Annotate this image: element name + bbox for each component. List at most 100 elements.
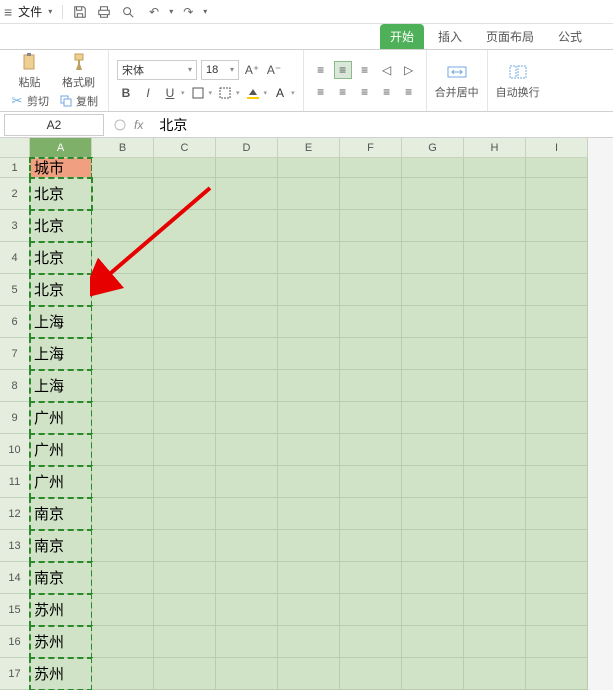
col-header-I[interactable]: I (526, 138, 588, 158)
cell[interactable] (340, 306, 402, 338)
align-left-icon[interactable]: ≡ (312, 83, 330, 101)
row-header-11[interactable]: 11 (0, 466, 30, 498)
cell[interactable] (154, 370, 216, 402)
cell[interactable] (216, 274, 278, 306)
fx-cancel-icon[interactable] (114, 119, 126, 131)
underline-button[interactable]: U (161, 84, 179, 102)
cell[interactable] (526, 338, 588, 370)
cell[interactable] (526, 158, 588, 178)
tab-insert[interactable]: 插入 (428, 24, 472, 49)
cell[interactable] (154, 338, 216, 370)
font-color-dropdown[interactable]: ▾ (291, 89, 295, 97)
cell[interactable] (154, 498, 216, 530)
cell[interactable] (526, 274, 588, 306)
fill-dropdown[interactable]: ▾ (264, 89, 268, 97)
cell[interactable] (92, 594, 154, 626)
cell[interactable] (402, 562, 464, 594)
cell-A6[interactable]: 上海 (30, 306, 92, 338)
font-family-combo[interactable]: 宋体 ▾ (117, 60, 197, 80)
tab-layout[interactable]: 页面布局 (476, 24, 544, 49)
row-header-15[interactable]: 15 (0, 594, 30, 626)
cell[interactable] (154, 210, 216, 242)
cell[interactable] (278, 402, 340, 434)
row-header-1[interactable]: 1 (0, 158, 30, 178)
italic-button[interactable]: I (139, 84, 157, 102)
cell-A10[interactable]: 广州 (30, 434, 92, 466)
preview-icon[interactable] (121, 5, 139, 19)
cell[interactable] (464, 158, 526, 178)
cell[interactable] (402, 338, 464, 370)
wrap-button[interactable]: 自动换行 (496, 62, 540, 100)
cell[interactable] (278, 530, 340, 562)
align-right-icon[interactable]: ≡ (356, 83, 374, 101)
row-header-6[interactable]: 6 (0, 306, 30, 338)
cell[interactable] (402, 530, 464, 562)
copy-button[interactable]: 复制 (57, 92, 100, 110)
cell[interactable] (402, 402, 464, 434)
cell[interactable] (402, 370, 464, 402)
cell[interactable] (340, 562, 402, 594)
cell[interactable] (92, 626, 154, 658)
cell[interactable] (402, 434, 464, 466)
cell[interactable] (154, 434, 216, 466)
cell[interactable] (216, 530, 278, 562)
row-header-8[interactable]: 8 (0, 370, 30, 402)
cell[interactable] (278, 466, 340, 498)
cell[interactable] (402, 466, 464, 498)
col-header-H[interactable]: H (464, 138, 526, 158)
row-header-12[interactable]: 12 (0, 498, 30, 530)
cell[interactable] (154, 158, 216, 178)
formula-input[interactable] (153, 114, 613, 136)
underline-dropdown[interactable]: ▾ (181, 89, 185, 97)
decrease-indent-icon[interactable]: ◁ (378, 61, 396, 79)
cell[interactable] (216, 434, 278, 466)
cell[interactable] (464, 594, 526, 626)
file-menu[interactable]: 文件 (18, 3, 42, 20)
distribute-icon[interactable]: ≡ (400, 83, 418, 101)
increase-font-icon[interactable]: A⁺ (243, 61, 261, 79)
cell[interactable] (154, 178, 216, 210)
cell[interactable] (340, 594, 402, 626)
cell-A12[interactable]: 南京 (30, 498, 92, 530)
cell[interactable] (402, 306, 464, 338)
cell[interactable] (92, 306, 154, 338)
cell[interactable] (464, 658, 526, 690)
cell-A7[interactable]: 上海 (30, 338, 92, 370)
row-header-4[interactable]: 4 (0, 242, 30, 274)
cell[interactable] (278, 158, 340, 178)
cell[interactable] (464, 306, 526, 338)
cell[interactable] (464, 434, 526, 466)
cell[interactable] (402, 178, 464, 210)
cell[interactable] (526, 370, 588, 402)
cell-A3[interactable]: 北京 (30, 210, 92, 242)
fx-label[interactable]: fx (130, 118, 147, 132)
cell[interactable] (526, 402, 588, 434)
cell[interactable] (464, 210, 526, 242)
file-dropdown-arrow[interactable]: ▾ (48, 7, 52, 16)
cell[interactable] (402, 242, 464, 274)
cell[interactable] (278, 562, 340, 594)
cell[interactable] (464, 338, 526, 370)
cell[interactable] (278, 434, 340, 466)
cell[interactable] (526, 530, 588, 562)
name-box[interactable]: A2 (4, 114, 104, 136)
col-header-F[interactable]: F (340, 138, 402, 158)
row-header-13[interactable]: 13 (0, 530, 30, 562)
row-header-17[interactable]: 17 (0, 658, 30, 690)
cell[interactable] (340, 466, 402, 498)
row-header-3[interactable]: 3 (0, 210, 30, 242)
cell[interactable] (340, 242, 402, 274)
align-bottom-icon[interactable]: ≡ (356, 61, 374, 79)
increase-indent-icon[interactable]: ▷ (400, 61, 418, 79)
select-all-corner[interactable] (0, 138, 30, 158)
cell[interactable] (154, 530, 216, 562)
tab-formula[interactable]: 公式 (548, 24, 592, 49)
print-icon[interactable] (97, 5, 115, 19)
cell[interactable] (216, 242, 278, 274)
align-middle-icon[interactable]: ≡ (334, 61, 352, 79)
cell[interactable] (216, 466, 278, 498)
col-header-C[interactable]: C (154, 138, 216, 158)
font-size-combo[interactable]: 18 ▾ (201, 60, 239, 80)
merge-button[interactable]: 合并居中 (435, 62, 479, 100)
cell-style-button[interactable] (216, 84, 234, 102)
